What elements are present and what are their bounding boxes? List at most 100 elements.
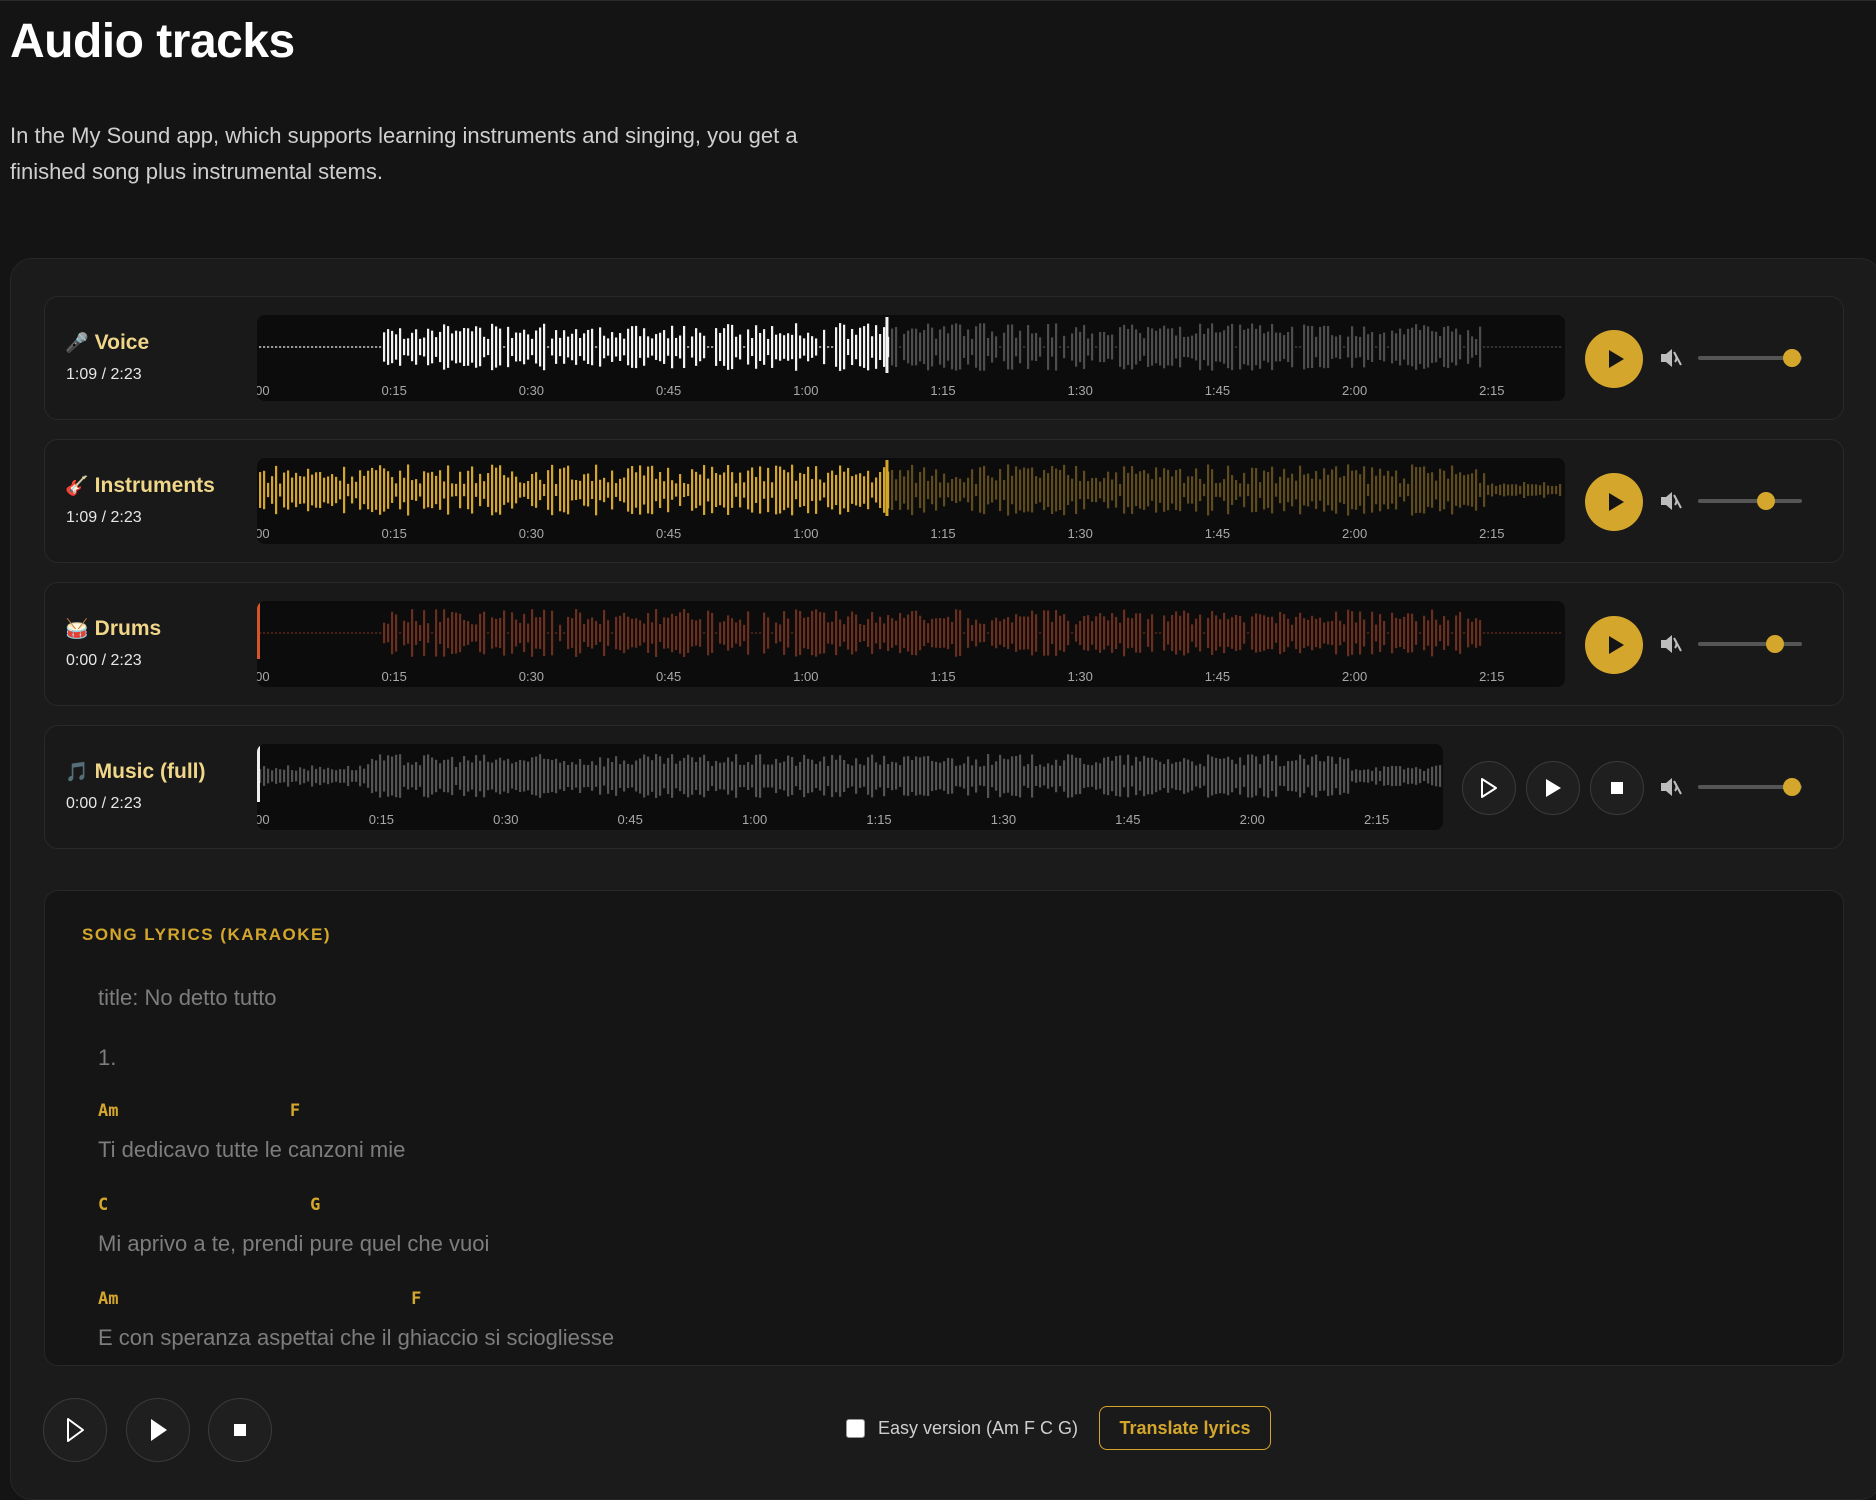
volume-slider[interactable]	[1698, 492, 1802, 510]
waveform-bar	[1119, 755, 1122, 797]
speaker-icon[interactable]	[1658, 774, 1684, 800]
waveform-bar	[1555, 346, 1558, 348]
waveform-bar	[1215, 483, 1218, 497]
volume-knob[interactable]	[1756, 492, 1775, 510]
waveform-bar	[1207, 328, 1210, 366]
waveform-bar	[971, 624, 974, 642]
waveform[interactable]: 0:00 0:15 0:30 0:45 1:00 1:15 1:30 1:45 2:00 2:15	[257, 601, 1565, 687]
waveform-bar	[503, 346, 506, 348]
waveform-bar	[1415, 324, 1418, 370]
waveform-bar	[891, 618, 894, 648]
waveform-bar	[835, 610, 838, 656]
waveform-bar	[1215, 615, 1218, 651]
waveform-bar	[999, 754, 1002, 798]
easy-version-toggle[interactable]: Easy version (Am F C G)	[846, 1418, 1078, 1439]
speaker-icon[interactable]	[1658, 631, 1684, 657]
waveform[interactable]: 0:00 0:15 0:30 0:45 1:00 1:15 1:30 1:45 2:00 2:15	[257, 744, 1443, 830]
waveform-bar	[1207, 464, 1210, 516]
song-title-line: title: No detto tutto	[98, 985, 277, 1010]
waveform[interactable]: 0:00 0:15 0:30 0:45 1:00 1:15 1:30 1:45 2:00 2:15	[257, 315, 1565, 401]
waveform-bar	[1499, 346, 1502, 348]
easy-version-checkbox[interactable]	[846, 1419, 865, 1438]
waveform-bar	[867, 757, 870, 795]
speaker-icon[interactable]	[1658, 488, 1684, 514]
volume-slider[interactable]	[1698, 778, 1802, 796]
waveform-bar	[727, 757, 730, 795]
waveform-bar	[1011, 756, 1014, 796]
waveform-bar	[991, 764, 994, 788]
waveform-bar	[1139, 333, 1142, 361]
waveform-bar	[947, 333, 950, 361]
waveform-bar	[867, 323, 870, 371]
waveform-bar	[1419, 632, 1422, 634]
volume-knob[interactable]	[1782, 778, 1801, 796]
waveform-bar	[1043, 346, 1046, 348]
waveform-bar	[1259, 764, 1262, 788]
waveform-bar	[423, 610, 426, 656]
waveform-bar	[1303, 758, 1306, 794]
stop-button[interactable]	[1590, 761, 1644, 815]
waveform-bar	[1119, 483, 1122, 497]
waveform-bar	[1247, 483, 1250, 497]
volume-knob[interactable]	[1782, 349, 1801, 367]
waveform-bar	[587, 473, 590, 507]
waveform-bar	[1227, 325, 1230, 369]
waveform-bar	[303, 632, 306, 634]
waveform-bar	[1139, 761, 1142, 791]
waveform-bar	[1095, 346, 1098, 348]
waveform-bar	[1291, 760, 1294, 792]
waveform-bar	[1227, 465, 1230, 515]
waveform-bar	[1299, 754, 1302, 798]
waveform-bar	[1047, 763, 1050, 789]
waveform-bar	[1515, 632, 1518, 634]
translate-lyrics-button[interactable]: Translate lyrics	[1099, 1406, 1271, 1450]
play-button[interactable]	[126, 1398, 190, 1462]
waveform[interactable]: 0:00 0:15 0:30 0:45 1:00 1:15 1:30 1:45 2:00 2:15	[257, 458, 1565, 544]
waveform-bar	[1343, 624, 1346, 642]
play-button[interactable]	[1526, 761, 1580, 815]
waveform-bar	[671, 754, 674, 798]
waveform-bar	[691, 469, 694, 511]
waveform-bar	[1071, 632, 1074, 634]
waveform-bar	[383, 622, 386, 644]
waveform-bar	[1303, 324, 1306, 370]
waveform-bar	[651, 760, 654, 792]
waveform-bar	[1167, 328, 1170, 366]
volume-slider[interactable]	[1698, 349, 1802, 367]
time-tick-label: 2:00	[1342, 526, 1367, 541]
waveform-bar	[983, 323, 986, 371]
time-tick-label: 1:00	[793, 383, 818, 398]
waveform-bar	[871, 336, 874, 358]
play-button[interactable]	[1585, 330, 1643, 388]
waveform-bar	[1063, 760, 1066, 792]
play-outline-button[interactable]	[43, 1398, 107, 1462]
play-button[interactable]	[1585, 473, 1643, 531]
waveform-bar	[787, 472, 790, 508]
waveform-bar	[507, 632, 510, 634]
waveform-bar	[1403, 769, 1406, 783]
time-tick-label: 1:15	[866, 812, 891, 827]
waveform-bar	[467, 328, 470, 366]
waveform-bar	[859, 327, 862, 367]
waveform-bar	[643, 754, 646, 798]
play-outline-button[interactable]	[1462, 761, 1516, 815]
waveform-bar	[979, 623, 982, 643]
waveform-bar	[755, 754, 758, 798]
waveform-bar	[1183, 482, 1186, 498]
waveform-bar	[271, 346, 274, 348]
volume-knob[interactable]	[1765, 635, 1784, 653]
stop-button[interactable]	[208, 1398, 272, 1462]
play-button[interactable]	[1585, 616, 1643, 674]
waveform-bar	[375, 346, 378, 348]
volume-slider[interactable]	[1698, 635, 1802, 653]
waveform-bar	[715, 632, 718, 634]
waveform-bar	[627, 328, 630, 366]
waveform-bar	[471, 331, 474, 363]
waveform-bar	[295, 770, 298, 782]
waveform-bar	[1111, 479, 1114, 501]
waveform-bar	[1075, 757, 1078, 795]
speaker-icon[interactable]	[1658, 345, 1684, 371]
waveform-bar	[979, 467, 982, 513]
waveform-bar	[1291, 624, 1294, 642]
waveform-bar	[607, 482, 610, 498]
